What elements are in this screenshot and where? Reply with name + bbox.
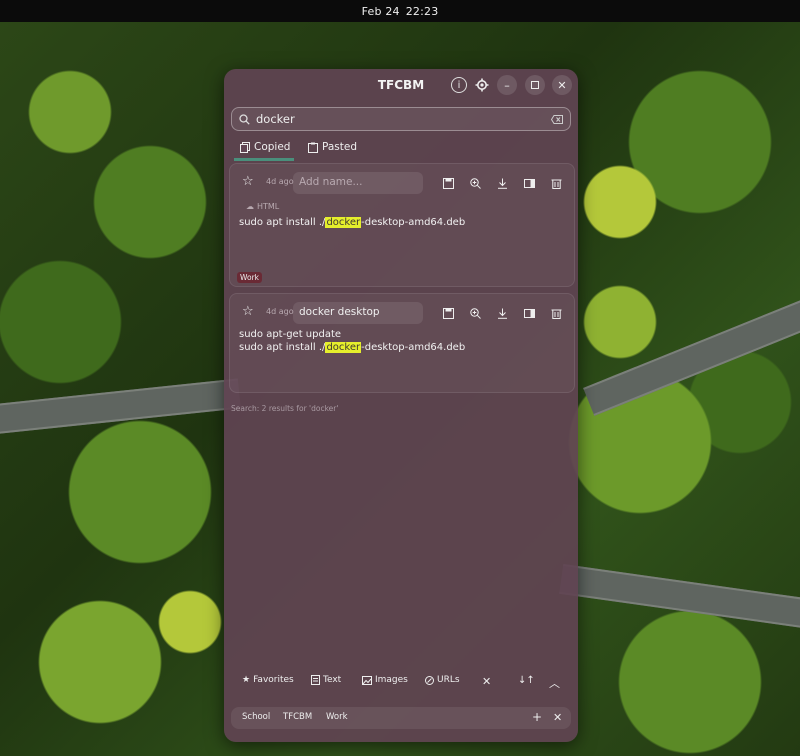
tag-bar: School TFCBM Work + ✕ (231, 707, 571, 729)
clear-filters-icon[interactable]: ✕ (482, 675, 491, 688)
save-icon[interactable] (440, 175, 456, 191)
search-match-highlight: docker (325, 342, 362, 353)
tag-badge-work[interactable]: Work (237, 272, 262, 283)
filter-text[interactable]: Text (311, 675, 341, 685)
filter-favorites[interactable]: ★ Favorites (242, 675, 294, 685)
star-icon: ★ (242, 675, 251, 685)
filter-urls[interactable]: URLs (425, 675, 460, 685)
collapse-icon[interactable]: ︿ (549, 675, 560, 691)
item-header: ☆ 4d ago Add name... (230, 172, 574, 194)
filter-urls-label: URLs (437, 675, 460, 685)
filter-images[interactable]: Images (362, 675, 408, 685)
download-icon[interactable] (494, 305, 510, 321)
filter-favorites-label: Favorites (253, 675, 294, 685)
system-top-bar: Feb 24 22:23 (0, 0, 800, 22)
title-bar: TFCBM i – ✕ (224, 69, 578, 101)
delete-icon[interactable] (548, 175, 564, 191)
tab-bar: Copied Pasted (224, 135, 578, 161)
close-button[interactable]: ✕ (552, 75, 572, 95)
maximize-button[interactable] (525, 75, 545, 95)
text-file-icon (311, 675, 320, 685)
item-name-field[interactable]: docker desktop (293, 302, 423, 324)
copy-icon (240, 141, 250, 153)
tab-copied[interactable]: Copied (240, 135, 290, 159)
tag-chip-work[interactable]: Work (326, 712, 348, 722)
item-timestamp: 4d ago (266, 177, 294, 186)
item-name-field[interactable]: Add name... (293, 172, 423, 194)
active-tab-indicator (234, 158, 294, 161)
wallpaper-road (583, 298, 800, 416)
tag-icon[interactable] (521, 305, 537, 321)
content-text: -desktop-amd64.deb (361, 342, 466, 353)
close-tags-icon[interactable]: ✕ (553, 711, 562, 724)
tag-chip-tfcbm[interactable]: TFCBM (283, 712, 312, 722)
delete-icon[interactable] (548, 305, 564, 321)
tfcbm-window: TFCBM i – ✕ docker Copied Pasted ☆ 4d ag… (224, 69, 578, 742)
tab-copied-label: Copied (254, 141, 291, 153)
content-text: sudo apt install ./ (239, 342, 326, 353)
clipboard-item[interactable]: ☆ 4d ago Add name... ☁ HTML sudo apt ins… (229, 163, 575, 287)
content-text: sudo apt-get update (239, 329, 342, 340)
sort-order-icon[interactable]: ↓↑ (518, 675, 535, 686)
filter-bar: ★ Favorites Text Images URLs ✕ ↓↑ ︿ (224, 673, 578, 693)
tab-pasted[interactable]: Pasted (308, 135, 357, 159)
favorite-star-icon[interactable]: ☆ (242, 174, 254, 189)
image-icon (362, 675, 372, 685)
item-content: sudo apt install ./docker-desktop-amd64.… (239, 216, 465, 229)
item-content: sudo apt-get update sudo apt install ./d… (239, 328, 465, 354)
search-value[interactable]: docker (256, 112, 544, 126)
item-type-label: HTML (257, 202, 280, 211)
clock-time[interactable]: 22:23 (406, 5, 439, 18)
filter-images-label: Images (375, 675, 408, 685)
zoom-in-icon[interactable] (467, 305, 483, 321)
clear-search-icon[interactable] (544, 114, 570, 124)
add-tag-icon[interactable]: + (532, 710, 542, 724)
search-match-highlight: docker (325, 217, 362, 228)
link-icon (425, 675, 434, 685)
clock-date[interactable]: Feb 24 (362, 5, 400, 18)
info-icon[interactable]: i (451, 77, 467, 93)
save-icon[interactable] (440, 305, 456, 321)
search-input[interactable]: docker (231, 107, 571, 131)
tag-chip-school[interactable]: School (242, 712, 270, 722)
item-actions (440, 305, 564, 321)
minimize-button[interactable]: – (497, 75, 517, 95)
item-type-indicator: ☁ HTML (246, 202, 279, 211)
cloud-icon: ☁ (246, 202, 254, 211)
favorite-star-icon[interactable]: ☆ (242, 304, 254, 319)
zoom-in-icon[interactable] (467, 175, 483, 191)
search-status: Search: 2 results for 'docker' (231, 404, 339, 413)
item-actions (440, 175, 564, 191)
wallpaper-road (0, 378, 241, 436)
tag-icon[interactable] (521, 175, 537, 191)
tab-pasted-label: Pasted (322, 141, 358, 153)
item-timestamp: 4d ago (266, 307, 294, 316)
clipboard-item[interactable]: ☆ 4d ago docker desktop sudo apt-get upd… (229, 293, 575, 393)
content-text: -desktop-amd64.deb (361, 217, 466, 228)
settings-gear-icon[interactable] (474, 77, 490, 93)
download-icon[interactable] (494, 175, 510, 191)
filter-text-label: Text (323, 675, 342, 685)
item-header: ☆ 4d ago docker desktop (230, 302, 574, 324)
wallpaper-road (559, 564, 800, 630)
search-icon (232, 113, 256, 125)
clipboard-icon (308, 142, 318, 153)
content-text: sudo apt install ./ (239, 217, 326, 228)
